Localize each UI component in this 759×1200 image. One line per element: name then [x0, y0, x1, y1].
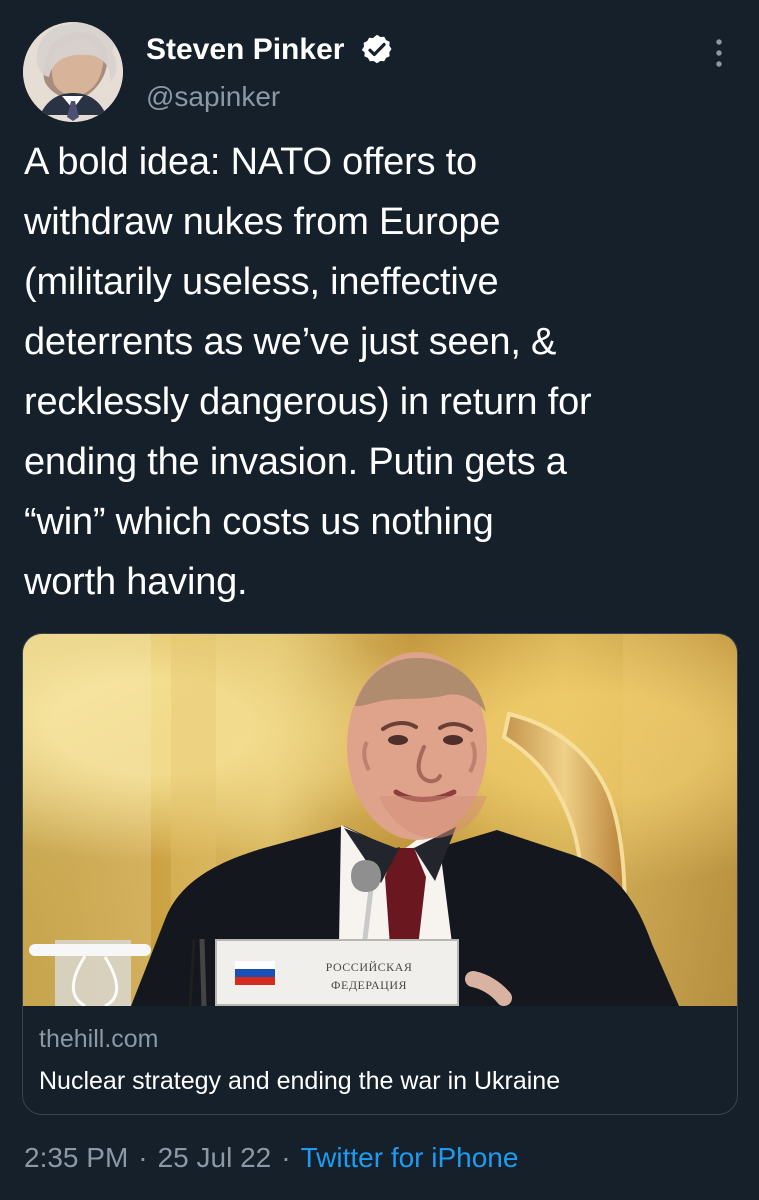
tweet-date[interactable]: 25 Jul 22	[158, 1142, 272, 1173]
link-title[interactable]: Nuclear strategy and ending the war in U…	[39, 1066, 560, 1096]
link-preview-card[interactable]: РОССИЙСКАЯ ФЕДЕРАЦИЯ thehill.com Nuclear…	[22, 633, 738, 1115]
author-avatar[interactable]	[23, 22, 123, 122]
author-name[interactable]: Steven Pinker	[146, 32, 344, 68]
nameplate: РОССИЙСКАЯ ФЕДЕРАЦИЯ	[215, 939, 459, 1006]
link-domain[interactable]: thehill.com	[39, 1024, 159, 1054]
author-handle[interactable]: @sapinker	[146, 81, 280, 113]
link-preview-image[interactable]: РОССИЙСКАЯ ФЕДЕРАЦИЯ	[23, 634, 737, 1006]
twitter-app-link[interactable]: Twitter for iPhone	[301, 1142, 519, 1173]
footer-separator: ·	[138, 1142, 148, 1173]
more-vertical-icon[interactable]	[704, 36, 734, 70]
avatar-photo	[23, 22, 123, 122]
tweet-text: A bold idea: NATO offers to withdraw nuk…	[24, 141, 592, 603]
russian-flag-icon	[235, 961, 275, 985]
footer-separator: ·	[281, 1142, 291, 1173]
verified-badge-icon	[361, 34, 392, 64]
nameplate-line-2: ФЕДЕРАЦИЯ	[331, 978, 407, 992]
tweet-footer: 2:35 PM · 25 Jul 22 · Twitter for iPhone	[24, 1141, 518, 1175]
tweet-time[interactable]: 2:35 PM	[24, 1142, 128, 1173]
nameplate-line-1: РОССИЙСКАЯ	[325, 960, 413, 974]
